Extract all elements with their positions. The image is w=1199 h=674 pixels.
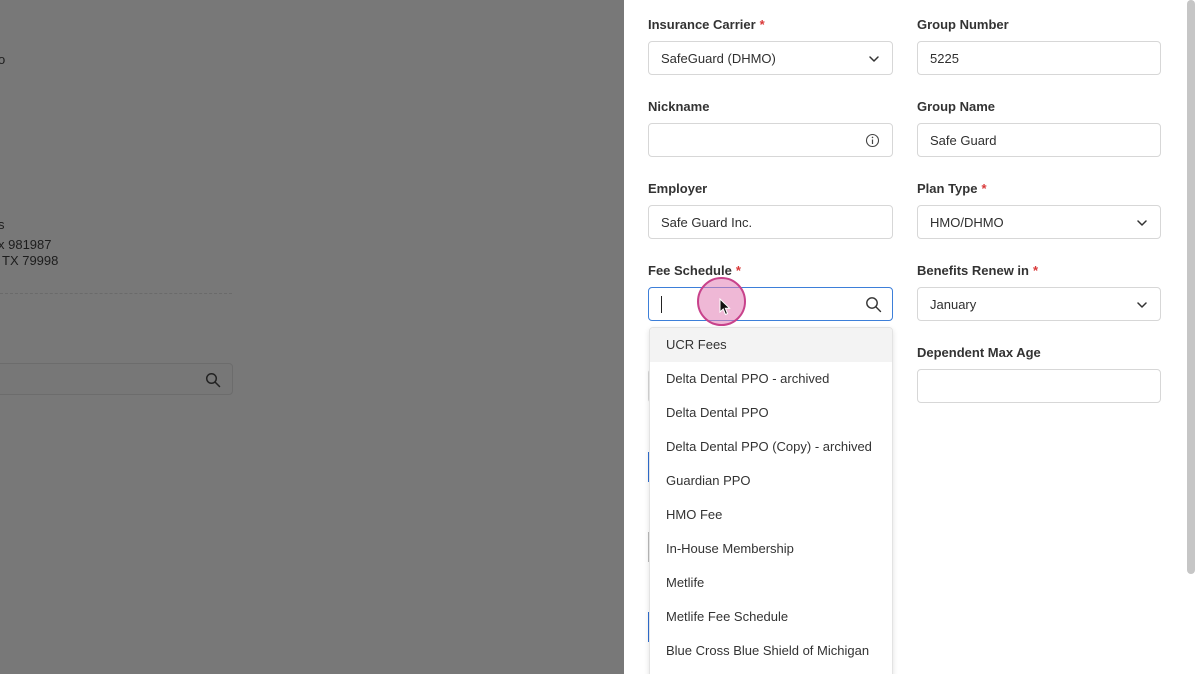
text-caret (661, 296, 662, 313)
dropdown-option[interactable]: Blue Cross Blue Shield of Michigan (650, 634, 892, 668)
chevron-down-icon (869, 56, 879, 62)
dropdown-option[interactable]: Guardian PPO (650, 464, 892, 498)
benefits-renew-value: January (930, 297, 977, 312)
benefits-renew-select[interactable]: January (917, 287, 1161, 321)
background-overlay[interactable]: o s x 981987 TX 79998 (0, 0, 624, 674)
nickname-label: Nickname (648, 99, 710, 114)
dropdown-option[interactable]: Delta Dental PPO (Copy) - archived (650, 430, 892, 464)
fee-schedule-label: Fee Schedule * (648, 263, 741, 278)
dropdown-option[interactable]: Metlife Fee Schedule (650, 600, 892, 634)
background-text: x 981987 (0, 237, 52, 252)
search-icon (205, 372, 221, 388)
mouse-cursor-icon (719, 298, 731, 316)
chevron-down-icon (1137, 302, 1147, 308)
benefits-renew-label: Benefits Renew in * (917, 263, 1039, 278)
dependent-max-age-label: Dependent Max Age (917, 345, 1041, 360)
search-icon (866, 297, 882, 313)
group-number-input[interactable]: 5225 (917, 41, 1161, 75)
group-name-value: Safe Guard (930, 133, 997, 148)
insurance-carrier-select[interactable]: SafeGuard (DHMO) (648, 41, 893, 75)
background-divider (0, 293, 232, 294)
dropdown-option[interactable]: Delta Dental PPO - archived (650, 362, 892, 396)
info-icon[interactable] (865, 133, 880, 148)
chevron-down-icon (1137, 220, 1147, 226)
dropdown-option[interactable]: UCR Fees (650, 328, 892, 362)
fee-schedule-search-input[interactable] (648, 287, 893, 321)
plan-type-value: HMO/DHMO (930, 215, 1004, 230)
background-text: s (0, 217, 5, 232)
employer-label: Employer (648, 181, 708, 196)
panel-scrollbar[interactable] (1187, 0, 1195, 574)
nickname-input[interactable] (648, 123, 893, 157)
fee-schedule-dropdown[interactable]: UCR Fees Delta Dental PPO - archived Del… (649, 327, 893, 674)
employer-input[interactable]: Safe Guard Inc. (648, 205, 893, 239)
plan-type-label: Plan Type * (917, 181, 987, 196)
group-name-label: Group Name (917, 99, 996, 114)
dropdown-option[interactable]: Delta Dental PPO (650, 396, 892, 430)
dropdown-option[interactable]: Metlife (650, 566, 892, 600)
background-text: TX 79998 (2, 253, 59, 268)
insurance-carrier-label: Insurance Carrier * (648, 17, 765, 32)
employer-value: Safe Guard Inc. (661, 215, 753, 230)
group-name-input[interactable]: Safe Guard (917, 123, 1161, 157)
dropdown-option[interactable]: In-House Membership (650, 532, 892, 566)
insurance-carrier-value: SafeGuard (DHMO) (661, 51, 776, 66)
background-search-input (0, 363, 233, 395)
group-number-value: 5225 (930, 51, 959, 66)
background-text: o (0, 52, 6, 67)
dependent-max-age-input[interactable] (917, 369, 1161, 403)
plan-type-select[interactable]: HMO/DHMO (917, 205, 1161, 239)
group-number-label: Group Number (917, 17, 1009, 32)
dropdown-option[interactable]: HMO Fee (650, 498, 892, 532)
